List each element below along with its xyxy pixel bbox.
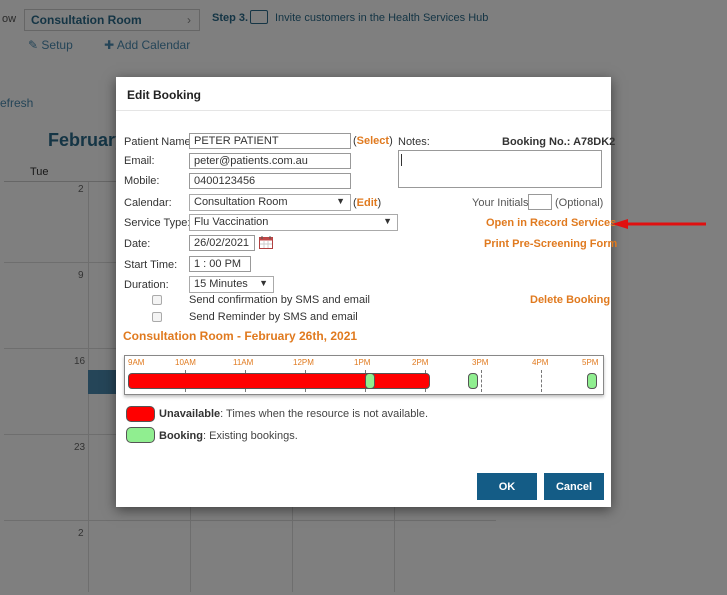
unavailable-legend-title: Unavailable (159, 408, 221, 420)
booking-legend-text: : Existing bookings. (203, 430, 298, 442)
service-type-value: Flu Vaccination (194, 216, 269, 228)
dropdown-caret-icon: ▼ (259, 278, 268, 288)
edit-calendar-link[interactable]: (Edit) (353, 197, 381, 209)
booking-number: Booking No.: A78DK2 (502, 136, 616, 148)
select-patient-link[interactable]: (Select) (353, 135, 393, 147)
calendar-select-value: Consultation Room (194, 196, 288, 208)
service-type-select[interactable]: Flu Vaccination ▼ (189, 214, 398, 231)
open-record-services-link[interactable]: Open in Record Services (486, 217, 616, 229)
calendar-select[interactable]: Consultation Room ▼ (189, 194, 351, 211)
send-confirmation-checkbox[interactable] (152, 295, 162, 305)
edit-booking-dialog: Edit Booking Patient Name: PETER PATIENT… (116, 77, 617, 507)
dropdown-caret-icon: ▼ (336, 196, 345, 206)
booking-legend-swatch (126, 427, 155, 443)
date-label: Date: (124, 238, 151, 250)
calendar-icon[interactable] (259, 236, 273, 249)
calendar-label: Calendar: (124, 197, 172, 209)
select-link-label: Select (356, 135, 390, 147)
send-reminder-label: Send Reminder by SMS and email (189, 311, 358, 323)
patient-name-label: Patient Name: (124, 136, 194, 148)
start-time-label: Start Time: (124, 259, 178, 271)
unavailable-legend: Unavailable: Times when the resource is … (159, 408, 428, 420)
print-prescreening-link[interactable]: Print Pre-Screening Form (484, 238, 617, 250)
booking-legend: Booking: Existing bookings. (159, 430, 298, 442)
notes-textarea[interactable] (398, 150, 602, 188)
timeline-tick (541, 370, 542, 392)
unavailable-legend-swatch (126, 406, 155, 422)
dialog-title: Edit Booking (116, 77, 611, 111)
timeline-hour-label: 11AM (233, 358, 254, 367)
schedule-heading: Consultation Room - February 26th, 2021 (123, 329, 358, 343)
send-confirmation-label: Send confirmation by SMS and email (189, 294, 370, 306)
initials-input[interactable] (528, 194, 552, 210)
initials-label: Your Initials: (472, 197, 532, 209)
service-type-label: Service Type: (124, 217, 191, 229)
edit-link-label: Edit (356, 197, 378, 209)
optional-label: (Optional) (555, 197, 604, 209)
booking-block[interactable] (365, 373, 375, 389)
timeline-hour-label: 1PM (354, 358, 371, 367)
timeline-hour-label: 9AM (128, 358, 145, 367)
ok-button[interactable]: OK (477, 473, 537, 500)
email-label: Email: (124, 155, 155, 167)
timeline-hour-label: 3PM (472, 358, 489, 367)
email-field[interactable]: peter@patients.com.au (189, 153, 351, 169)
timeline-hour-label: 5PM (582, 358, 599, 367)
booking-block[interactable] (587, 373, 597, 389)
unavailable-block (128, 373, 430, 389)
annotation-arrow-icon (612, 219, 706, 229)
date-field[interactable]: 26/02/2021 (189, 235, 255, 251)
timeline-hour-label: 2PM (412, 358, 429, 367)
text-cursor (401, 154, 402, 166)
duration-select[interactable]: 15 Minutes ▼ (189, 276, 274, 293)
notes-label: Notes: (398, 136, 430, 148)
duration-value: 15 Minutes (194, 278, 248, 290)
timeline-hour-label: 12PM (293, 358, 314, 367)
booking-legend-title: Booking (159, 430, 203, 442)
mobile-label: Mobile: (124, 175, 160, 187)
cancel-button[interactable]: Cancel (544, 473, 604, 500)
start-time-field[interactable]: 1 : 00 PM (189, 256, 251, 272)
duration-label: Duration: (124, 279, 169, 291)
availability-timeline: 9AM 10AM 11AM 12PM 1PM 2PM 3PM 4PM 5PM (124, 355, 604, 395)
mobile-field[interactable]: 0400123456 (189, 173, 351, 189)
delete-booking-link[interactable]: Delete Booking (530, 294, 610, 306)
booking-block[interactable] (468, 373, 478, 389)
timeline-tick (481, 370, 482, 392)
send-reminder-checkbox[interactable] (152, 312, 162, 322)
dropdown-caret-icon: ▼ (383, 216, 392, 226)
timeline-hour-label: 4PM (532, 358, 549, 367)
unavailable-legend-text: : Times when the resource is not availab… (220, 408, 429, 420)
timeline-hour-label: 10AM (175, 358, 196, 367)
patient-name-input[interactable]: PETER PATIENT (189, 133, 351, 149)
